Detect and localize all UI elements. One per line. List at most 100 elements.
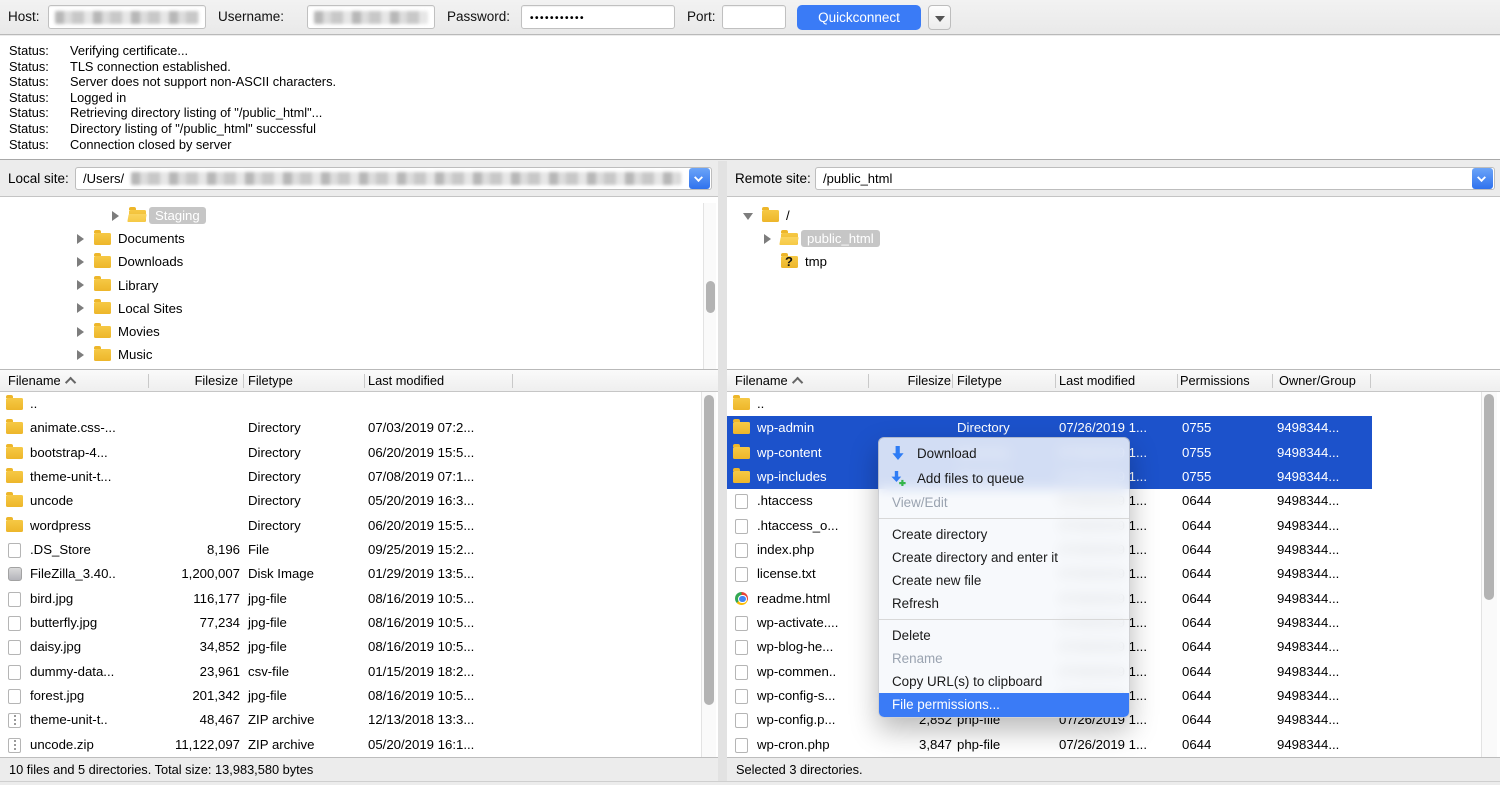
file-icon (8, 592, 21, 607)
menu-item-delete[interactable]: Delete (879, 624, 1129, 647)
local-file-row[interactable]: forest.jpg201,342jpg-file08/16/2019 10:5… (0, 684, 718, 708)
filetype-cell: Directory (248, 469, 301, 484)
local-file-row[interactable]: bootstrap-4...Directory06/20/2019 15:5..… (0, 441, 718, 465)
password-input[interactable]: ••••••••••• (521, 5, 675, 29)
remote-column-header-filetype[interactable]: Filetype (957, 373, 1002, 388)
filetype-cell: php-file (957, 737, 1000, 752)
username-input[interactable] (307, 5, 435, 29)
column-separator[interactable] (512, 374, 513, 388)
folder-icon (6, 520, 23, 532)
remote-tree-item[interactable]: tmp (727, 250, 1500, 273)
quickconnect-button[interactable]: Quickconnect (797, 5, 921, 30)
quickconnect-dropdown-button[interactable] (928, 5, 951, 30)
expander-closed-icon[interactable] (75, 256, 88, 268)
remote-column-header-owner-group[interactable]: Owner/Group (1279, 373, 1356, 388)
status-log-line: Status:TLS connection established. (0, 59, 1500, 75)
status-label: Status: (0, 137, 70, 153)
remote-file-row[interactable]: .. (727, 392, 1500, 416)
permissions-cell: 0644 (1182, 615, 1211, 630)
remote-tree-item-label: public_html (801, 230, 880, 247)
host-input[interactable] (48, 5, 206, 29)
local-file-row[interactable]: uncode.zip11,122,097ZIP archive05/20/201… (0, 733, 718, 757)
remote-column-header-permissions[interactable]: Permissions (1180, 373, 1250, 388)
port-input[interactable] (722, 5, 786, 29)
remote-file-row[interactable]: wp-cron.php3,847php-file07/26/2019 1...0… (727, 733, 1500, 757)
remote-column-header-last-modified[interactable]: Last modified (1059, 373, 1135, 388)
password-mask: ••••••••••• (530, 13, 585, 24)
remote-column-header-filesize[interactable]: Filesize (822, 373, 951, 388)
local-site-dropdown-button[interactable] (689, 168, 710, 189)
remote-site-input[interactable]: /public_html (815, 167, 1495, 190)
last-modified-cell: 09/25/2019 15:2... (368, 542, 474, 557)
local-file-row[interactable]: animate.css-...Directory07/03/2019 07:2.… (0, 416, 718, 440)
local-file-row[interactable]: theme-unit-t...Directory07/08/2019 07:1.… (0, 465, 718, 489)
local-list-scrollbar[interactable] (701, 392, 716, 757)
remote-column-header-filename[interactable]: Filename (735, 373, 803, 388)
column-separator[interactable] (952, 374, 953, 388)
local-file-row[interactable]: .. (0, 392, 718, 416)
column-separator[interactable] (243, 374, 244, 388)
filename-cell: wordpress (30, 518, 91, 533)
column-separator[interactable] (1272, 374, 1273, 388)
expander-closed-icon[interactable] (110, 210, 123, 222)
filename-cell: wp-blog-he... (757, 639, 833, 654)
local-column-header-filetype[interactable]: Filetype (248, 373, 293, 388)
local-file-row[interactable]: dummy-data...23,961csv-file01/15/2019 18… (0, 660, 718, 684)
column-separator[interactable] (148, 374, 149, 388)
remote-list-scrollbar[interactable] (1481, 392, 1497, 757)
column-separator[interactable] (1370, 374, 1371, 388)
permissions-cell: 0755 (1182, 469, 1211, 484)
local-file-row[interactable]: daisy.jpg34,852jpg-file08/16/2019 10:5..… (0, 635, 718, 659)
local-tree-scrollbar[interactable] (703, 203, 716, 369)
local-file-row[interactable]: theme-unit-t..48,467ZIP archive12/13/201… (0, 708, 718, 732)
menu-item-file-permissions[interactable]: File permissions... (879, 693, 1129, 717)
expander-closed-icon[interactable] (762, 233, 775, 245)
pane-divider[interactable] (718, 161, 727, 785)
local-tree-item[interactable]: Music (0, 343, 718, 366)
column-separator[interactable] (1055, 374, 1056, 388)
local-file-row[interactable]: FileZilla_3.40..1,200,007Disk Image01/29… (0, 562, 718, 586)
menu-item-add-files-to-queue[interactable]: Add files to queue (879, 466, 1129, 491)
local-tree-scrollbar-thumb[interactable] (706, 281, 715, 313)
local-file-row[interactable]: butterfly.jpg77,234jpg-file08/16/2019 10… (0, 611, 718, 635)
expander-closed-icon[interactable] (75, 349, 88, 361)
menu-item-copy-url-s-to-clipboard[interactable]: Copy URL(s) to clipboard (879, 670, 1129, 693)
menu-item-create-new-file[interactable]: Create new file (879, 569, 1129, 592)
last-modified-cell: 08/16/2019 10:5... (368, 688, 474, 703)
local-tree-item[interactable]: Movies (0, 320, 718, 343)
remote-site-dropdown-button[interactable] (1472, 168, 1493, 189)
expander-closed-icon[interactable] (75, 279, 88, 291)
menu-item-refresh[interactable]: Refresh (879, 592, 1129, 615)
filename-cell: .htaccess (757, 493, 813, 508)
local-tree-item[interactable]: Documents (0, 227, 718, 250)
expander-open-icon[interactable] (743, 210, 756, 222)
local-tree-item[interactable]: Library (0, 274, 718, 297)
menu-item-rename: Rename (879, 647, 1129, 670)
expander-closed-icon[interactable] (75, 302, 88, 314)
expander-closed-icon[interactable] (75, 233, 88, 245)
local-column-header-last-modified[interactable]: Last modified (368, 373, 444, 388)
expander-closed-icon[interactable] (75, 326, 88, 338)
column-separator[interactable] (364, 374, 365, 388)
remote-tree-item[interactable]: public_html (727, 227, 1500, 250)
local-tree-item[interactable]: Local Sites (0, 297, 718, 320)
column-separator[interactable] (868, 374, 869, 388)
local-list-scrollbar-thumb[interactable] (704, 395, 714, 705)
local-column-header-filename[interactable]: Filename (8, 373, 76, 388)
local-file-row[interactable]: bird.jpg116,177jpg-file08/16/2019 10:5..… (0, 587, 718, 611)
local-file-row[interactable]: uncodeDirectory05/20/2019 16:3... (0, 489, 718, 513)
menu-item-create-directory-and-enter-it[interactable]: Create directory and enter it (879, 546, 1129, 569)
local-file-row[interactable]: wordpressDirectory06/20/2019 15:5... (0, 514, 718, 538)
local-file-row[interactable]: .DS_Store8,196File09/25/2019 15:2... (0, 538, 718, 562)
column-separator[interactable] (1177, 374, 1178, 388)
local-tree-item[interactable]: Staging (0, 204, 718, 227)
local-site-input[interactable]: /Users/ (75, 167, 712, 190)
remote-tree-item[interactable]: / (727, 204, 1500, 227)
menu-item-create-directory[interactable]: Create directory (879, 523, 1129, 546)
filename-cell: uncode.zip (30, 737, 94, 752)
local-column-header-filesize[interactable]: Filesize (110, 373, 238, 388)
menu-item-download[interactable]: Download (879, 441, 1129, 466)
local-list-header: Filename Filesize Filetype Last modified (0, 370, 718, 392)
local-tree-item[interactable]: Downloads (0, 250, 718, 273)
remote-list-scrollbar-thumb[interactable] (1484, 394, 1494, 600)
